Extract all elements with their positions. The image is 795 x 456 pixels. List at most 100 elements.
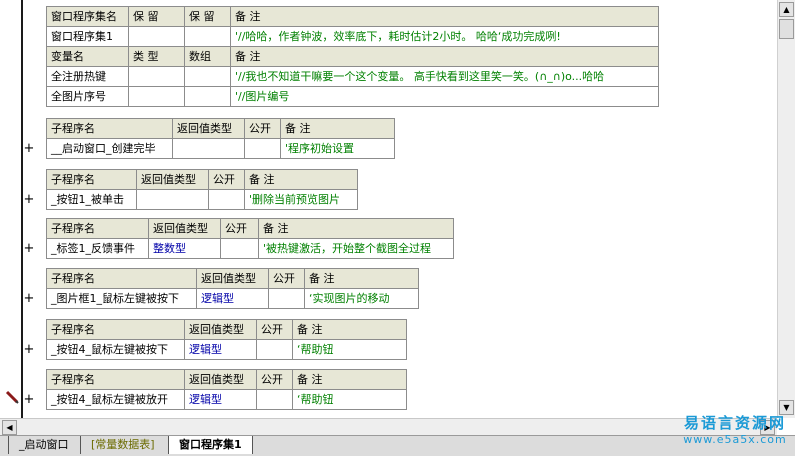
var-name-cell[interactable]: 全注册热键 [46, 66, 129, 87]
subroutine-table: 子程序名 返回值类型 公开 备 注 _按钮4_鼠标左键被放开 逻辑型 ‘帮助钮 [46, 369, 407, 410]
var-note-cell[interactable]: '//图片编号 [230, 86, 659, 107]
return-type-cell[interactable]: 逻辑型 [184, 339, 257, 360]
scroll-left-icon[interactable]: ◀ [2, 420, 17, 435]
col-sub-note: 备 注 [292, 369, 407, 390]
sub-name-cell[interactable]: _标签1_反馈事件 [46, 238, 149, 259]
public-cell[interactable] [208, 189, 245, 210]
col-var-note: 备 注 [230, 46, 659, 67]
scroll-thumb[interactable] [779, 19, 794, 39]
col-return-type: 返回值类型 [172, 118, 245, 139]
col-sub-name: 子程序名 [46, 169, 137, 190]
subroutine-table: 子程序名 返回值类型 公开 备 注 _按钮4_鼠标左键被按下 逻辑型 ‘帮助钮 [46, 319, 407, 360]
subroutine-header-row: 子程序名 返回值类型 公开 备 注 [46, 369, 407, 390]
col-public: 公开 [220, 218, 259, 239]
col-sub-name: 子程序名 [46, 218, 149, 239]
col-sub-note: 备 注 [258, 218, 454, 239]
col-public: 公开 [208, 169, 245, 190]
assembly-row[interactable]: 窗口程序集1 '//哈哈，作者钟波，效率底下，耗时估计2小时。 哈哈‘成功完成咧… [46, 26, 659, 47]
reserved-cell-1[interactable] [128, 26, 185, 47]
expand-toggle[interactable]: + [23, 393, 35, 406]
col-return-type: 返回值类型 [148, 218, 221, 239]
subroutine-row[interactable]: _按钮4_鼠标左键被按下 逻辑型 ‘帮助钮 [46, 339, 407, 360]
assembly-note-cell[interactable]: '//哈哈，作者钟波，效率底下，耗时估计2小时。 哈哈‘成功完成咧! [230, 26, 659, 47]
subroutine-row[interactable]: _图片框1_鼠标左键被按下 逻辑型 ‘实现图片的移动 [46, 288, 419, 309]
return-type-cell[interactable]: 逻辑型 [196, 288, 269, 309]
tab-window-assembly[interactable]: 窗口程序集1 [168, 436, 253, 454]
col-sub-name: 子程序名 [46, 319, 185, 340]
return-type-cell[interactable]: 逻辑型 [184, 389, 257, 410]
subroutine-row[interactable]: _按钮1_被单击 '删除当前预览图片 [46, 189, 358, 210]
assembly-name-cell[interactable]: 窗口程序集1 [46, 26, 129, 47]
expand-toggle[interactable]: + [23, 142, 35, 155]
variable-row[interactable]: 全注册热键 '//我也不知道干嘛要一个这个变量。 高手快看到这里笑一笑。(∩_∩… [46, 66, 659, 87]
var-array-cell[interactable] [184, 86, 231, 107]
subroutine-table: 子程序名 返回值类型 公开 备 注 _按钮1_被单击 '删除当前预览图片 [46, 169, 358, 210]
sub-name-cell[interactable]: _按钮1_被单击 [46, 189, 137, 210]
horizontal-scrollbar[interactable]: ◀ ▶ [0, 418, 777, 436]
public-cell[interactable] [256, 339, 293, 360]
subroutine-table: 子程序名 返回值类型 公开 备 注 __启动窗口_创建完毕 '程序初始设置 [46, 118, 395, 159]
variable-row[interactable]: 全图片序号 '//图片编号 [46, 86, 659, 107]
sub-note-cell[interactable]: ‘实现图片的移动 [304, 288, 419, 309]
return-type-cell[interactable] [136, 189, 209, 210]
vertical-scrollbar[interactable]: ▲ ▼ [777, 0, 795, 418]
sub-name-cell[interactable]: __启动窗口_创建完毕 [46, 138, 173, 159]
sub-name-cell[interactable]: _图片框1_鼠标左键被按下 [46, 288, 197, 309]
col-public: 公开 [256, 319, 293, 340]
watermark-title: 易语言资源网 [683, 414, 786, 432]
return-type-cell[interactable] [172, 138, 245, 159]
public-cell[interactable] [268, 288, 305, 309]
public-cell[interactable] [256, 389, 293, 410]
pencil-icon [5, 390, 19, 404]
tab-startup-window[interactable]: _启动窗口 [8, 436, 79, 454]
col-sub-note: 备 注 [244, 169, 358, 190]
col-return-type: 返回值类型 [196, 268, 269, 289]
col-return-type: 返回值类型 [184, 369, 257, 390]
col-note: 备 注 [230, 6, 659, 27]
var-type-cell[interactable] [128, 86, 185, 107]
tab-constants-table[interactable]: [常量数据表] [80, 436, 165, 454]
var-type-cell[interactable] [128, 66, 185, 87]
expand-toggle[interactable]: + [23, 242, 35, 255]
return-type-cell[interactable]: 整数型 [148, 238, 221, 259]
expand-toggle[interactable]: + [23, 343, 35, 356]
sub-name-cell[interactable]: _按钮4_鼠标左键被放开 [46, 389, 185, 410]
assembly-header-row: 窗口程序集名 保 留 保 留 备 注 [46, 6, 659, 27]
expand-toggle[interactable]: + [23, 193, 35, 206]
watermark-url: www.e5a5x.com [683, 433, 787, 446]
col-return-type: 返回值类型 [136, 169, 209, 190]
public-cell[interactable] [220, 238, 259, 259]
subroutine-row[interactable]: _标签1_反馈事件 整数型 '被热键激活，开始整个截图全过程 [46, 238, 454, 259]
sub-note-cell[interactable]: '程序初始设置 [280, 138, 395, 159]
col-sub-note: 备 注 [304, 268, 419, 289]
reserved-cell-2[interactable] [184, 26, 231, 47]
expand-toggle[interactable]: + [23, 292, 35, 305]
sub-name-cell[interactable]: _按钮4_鼠标左键被按下 [46, 339, 185, 360]
var-note-cell[interactable]: '//我也不知道干嘛要一个这个变量。 高手快看到这里笑一笑。(∩_∩)o...哈… [230, 66, 659, 87]
var-array-cell[interactable] [184, 66, 231, 87]
left-gutter [0, 0, 23, 418]
tab-bar: _启动窗口 [常量数据表] 窗口程序集1 [0, 435, 795, 456]
sub-note-cell[interactable]: ‘帮助钮 [292, 389, 407, 410]
subroutine-header-row: 子程序名 返回值类型 公开 备 注 [46, 218, 454, 239]
col-sub-note: 备 注 [280, 118, 395, 139]
subroutine-row[interactable]: __启动窗口_创建完毕 '程序初始设置 [46, 138, 395, 159]
col-public: 公开 [256, 369, 293, 390]
variable-header-row: 变量名 类 型 数组 备 注 [46, 46, 659, 67]
sub-note-cell[interactable]: '被热键激活，开始整个截图全过程 [258, 238, 454, 259]
sub-note-cell[interactable]: ‘帮助钮 [292, 339, 407, 360]
col-public: 公开 [244, 118, 281, 139]
public-cell[interactable] [244, 138, 281, 159]
assembly-table: 窗口程序集名 保 留 保 留 备 注 窗口程序集1 '//哈哈，作者钟波，效率底… [46, 6, 659, 107]
watermark: 易语言资源网 www.e5a5x.com [680, 412, 790, 446]
col-assembly-name: 窗口程序集名 [46, 6, 129, 27]
subroutine-row[interactable]: _按钮4_鼠标左键被放开 逻辑型 ‘帮助钮 [46, 389, 407, 410]
scroll-up-icon[interactable]: ▲ [779, 2, 794, 17]
sub-note-cell[interactable]: '删除当前预览图片 [244, 189, 358, 210]
col-sub-note: 备 注 [292, 319, 407, 340]
col-sub-name: 子程序名 [46, 118, 173, 139]
subroutine-table: 子程序名 返回值类型 公开 备 注 _标签1_反馈事件 整数型 '被热键激活，开… [46, 218, 454, 259]
subroutine-header-row: 子程序名 返回值类型 公开 备 注 [46, 268, 419, 289]
col-var-name: 变量名 [46, 46, 129, 67]
var-name-cell[interactable]: 全图片序号 [46, 86, 129, 107]
